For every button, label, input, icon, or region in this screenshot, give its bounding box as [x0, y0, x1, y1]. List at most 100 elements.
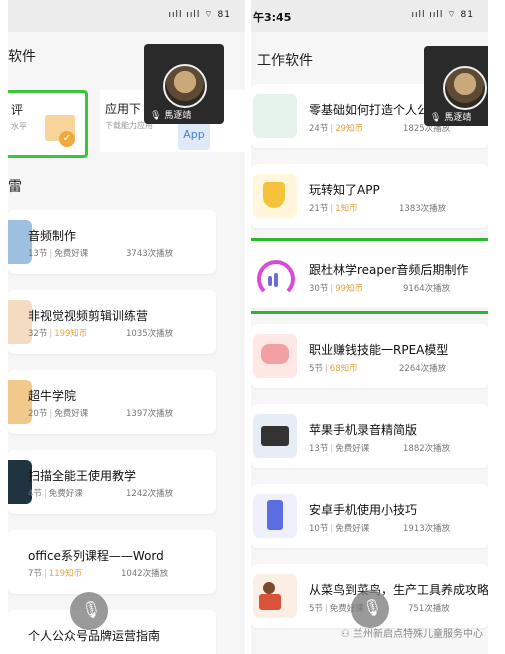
course-card[interactable]: 个人公众号品牌运营指南 — [8, 610, 216, 654]
course-plays: 9164次播放 — [403, 284, 451, 294]
piggy-bank-icon — [261, 344, 289, 364]
course-thumbnail — [253, 414, 297, 458]
course-thumbnail — [253, 574, 297, 618]
course-lessons: 21节 — [309, 204, 329, 214]
watermark: ⚇ 兰州新启点特殊儿童服务中心 — [341, 625, 483, 640]
course-title: 跟杜林学reaper音频后期制作 — [309, 263, 469, 277]
course-card[interactable]: office系列课程——Word 7节 | 119知币 1042次播放 — [8, 530, 216, 594]
course-lessons: 10节 — [309, 524, 329, 534]
right-phone-screen: 午3:45 ııll ııll ⌔ 81 工作软件 零基础如何打造个人公 24节… — [251, 0, 488, 654]
course-plays: 1882次播放 — [403, 444, 451, 454]
category-subtitle: 水平 — [11, 122, 27, 131]
course-card[interactable]: 苹果手机录音精简版 13节 | 免费好课 1882次播放 — [251, 404, 488, 468]
course-title: 从菜鸟到菜鸟，生产工具养成攻略 — [309, 583, 488, 597]
category-card-evaluation[interactable]: 评 水平 ✓ — [8, 90, 88, 158]
mic-icon: 🎙 — [362, 598, 383, 617]
course-lessons: 5节 — [309, 604, 323, 614]
course-price: 99知币 — [335, 284, 364, 294]
status-bar: ııll ııll ⌔ 81 — [8, 0, 245, 32]
course-title: 超牛学院 — [28, 389, 77, 403]
divider — [251, 311, 488, 314]
left-phone-screen: ııll ııll ⌔ 81 软件 评 水平 ✓ 应用下 下载能力应用 App … — [8, 0, 245, 654]
course-price: 1知币 — [335, 204, 358, 214]
course-lessons: 4节 — [28, 489, 42, 499]
course-plays: 1042次播放 — [121, 569, 169, 579]
course-title: 扫描全能王使用教学 — [28, 469, 137, 483]
mic-button[interactable]: 🎙 — [351, 590, 389, 628]
course-title: 安卓手机使用小技巧 — [309, 503, 418, 517]
course-thumbnail — [253, 334, 297, 378]
course-card[interactable]: 音频制作 13节 | 免费好课 3743次播放 — [8, 210, 216, 274]
status-icons: ııll ııll ⌔ 81 — [411, 10, 474, 20]
course-price: 免费好课 — [335, 524, 370, 534]
mic-icon: 🎙 — [430, 113, 442, 123]
course-price: 119知币 — [48, 569, 83, 579]
course-title: 职业赚钱技能一RPEA模型 — [309, 343, 449, 357]
course-title: 非视觉视频剪辑训练营 — [28, 309, 149, 323]
course-card[interactable]: 非视觉视频剪辑训练营 32节 | 199知币 1035次播放 — [8, 290, 216, 354]
cassette-icon — [261, 426, 289, 446]
course-plays: 1242次播放 — [126, 489, 174, 499]
course-price: 29知币 — [335, 124, 364, 134]
course-plays: 1383次播放 — [399, 204, 447, 214]
course-plays: 1913次播放 — [403, 524, 451, 534]
phone-icon — [267, 500, 283, 530]
course-card[interactable]: 玩转知了APP 21节 | 1知币 1383次播放 — [251, 164, 488, 228]
divider — [251, 238, 488, 241]
course-plays: 3743次播放 — [126, 249, 174, 259]
course-thumbnail — [253, 494, 297, 538]
section-title-courses: 雷 — [8, 179, 22, 195]
course-price: 199知币 — [54, 329, 88, 339]
user-name: 馬逐靖 — [164, 111, 192, 121]
course-price: 免费好课 — [54, 249, 89, 259]
course-lessons: 13节 — [309, 444, 329, 454]
avatar — [163, 64, 207, 108]
course-title: 音频制作 — [28, 229, 77, 243]
course-price: 免费好课 — [335, 444, 370, 454]
course-price: 68知币 — [329, 364, 358, 374]
status-bar: 午3:45 ııll ııll ⌔ 81 — [251, 0, 488, 32]
section-title-work-software: 工作软件 — [257, 53, 313, 69]
course-plays: 1035次播放 — [126, 329, 174, 339]
headphones-icon — [253, 254, 297, 298]
video-call-user-card[interactable]: 🎙 馬逐靖 — [144, 44, 224, 124]
app-icon: App — [178, 120, 210, 150]
course-thumbnail — [253, 94, 297, 138]
course-lessons: 32节 — [28, 329, 48, 339]
course-plays: 1397次播放 — [126, 409, 174, 419]
course-lessons: 13节 — [28, 249, 48, 259]
course-plays: 751次播放 — [408, 604, 450, 614]
checkmark-icon: ✓ — [59, 131, 75, 147]
mic-icon: 🎙 — [150, 111, 162, 121]
user-name: 馬逐靖 — [444, 113, 472, 123]
avatar — [443, 66, 487, 110]
watermark-text: 兰州新启点特殊儿童服务中心 — [353, 629, 483, 640]
course-price: 免费好课 — [54, 409, 89, 419]
course-lessons: 30节 — [309, 284, 329, 294]
category-title: 应用下 — [105, 102, 142, 116]
video-call-user-card[interactable]: 🎙 馬逐靖 — [424, 46, 488, 126]
course-title: 苹果手机录音精简版 — [309, 423, 418, 437]
course-card[interactable]: 扫描全能王使用教学 4节 | 免费好课 1242次播放 — [8, 450, 216, 514]
course-card[interactable]: 安卓手机使用小技巧 10节 | 免费好课 1913次播放 — [251, 484, 488, 548]
course-lessons: 7节 — [28, 569, 42, 579]
status-icons: ııll ııll ⌔ 81 — [168, 10, 231, 20]
category-title: 评 — [11, 103, 24, 117]
section-title-software: 软件 — [8, 49, 36, 65]
course-price: 免费好课 — [48, 489, 83, 499]
course-card[interactable]: 职业赚钱技能一RPEA模型 5节 | 68知币 2264次播放 — [251, 324, 488, 388]
mic-button[interactable]: 🎙 — [70, 592, 108, 630]
course-thumbnail — [253, 174, 297, 218]
course-title: office系列课程——Word — [28, 549, 164, 563]
course-card[interactable]: 超牛学院 20节 | 免费好课 1397次播放 — [8, 370, 216, 434]
course-title: 个人公众号品牌运营指南 — [28, 629, 161, 643]
mic-icon: 🎙 — [81, 600, 102, 619]
course-lessons: 5节 — [309, 364, 323, 374]
course-title: 玩转知了APP — [309, 183, 380, 197]
course-title: 零基础如何打造个人公 — [309, 103, 430, 117]
course-plays: 2264次播放 — [399, 364, 447, 374]
shield-icon — [263, 182, 285, 208]
status-time: 午3:45 — [253, 11, 292, 24]
course-lessons: 24节 — [309, 124, 329, 134]
course-card[interactable]: 跟杜林学reaper音频后期制作 30节 | 99知币 9164次播放 — [251, 244, 488, 308]
